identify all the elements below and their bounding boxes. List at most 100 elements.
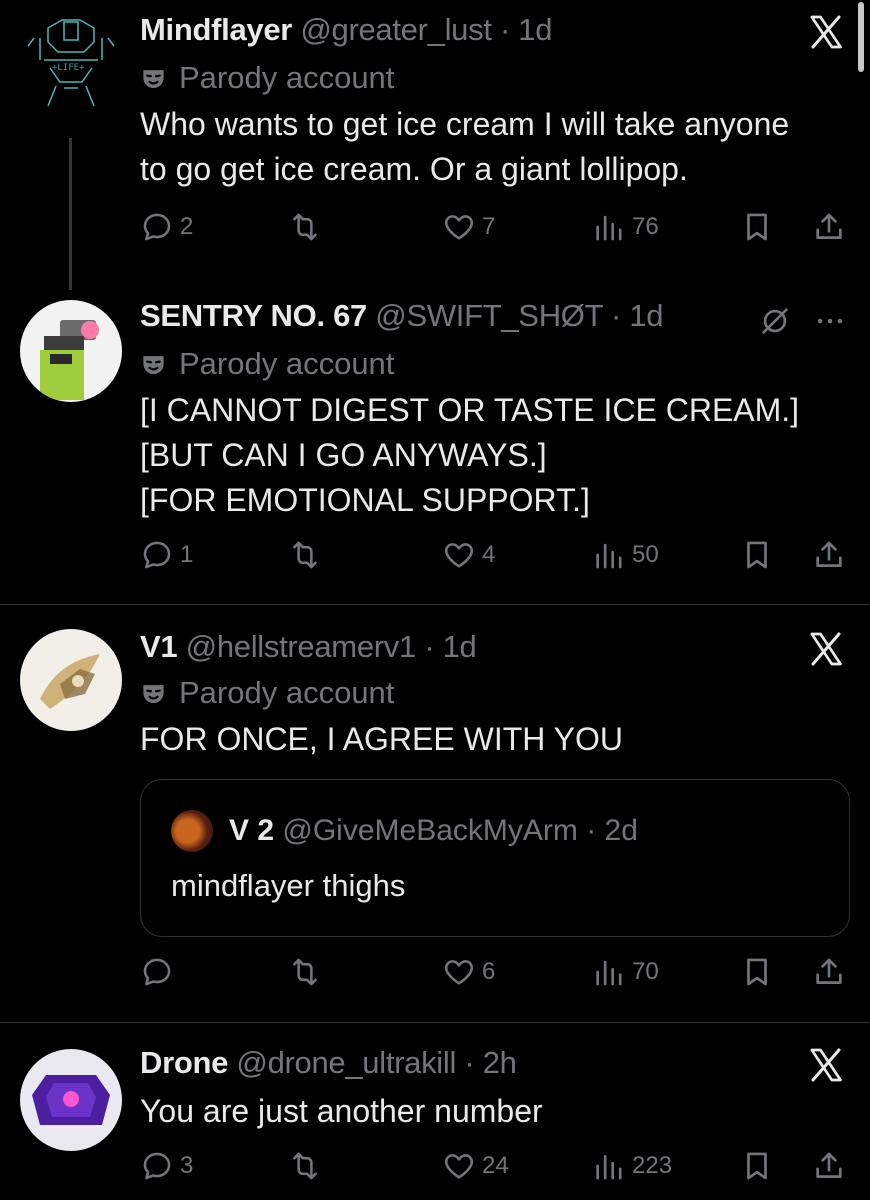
x-logo-icon [806,1045,846,1085]
quote-timestamp: · 2d [586,814,638,847]
timestamp[interactable]: · 1d [611,298,664,333]
share-icon [812,1149,846,1183]
x-logo-icon [806,12,846,52]
svg-text:+LIFE+: +LIFE+ [52,63,85,73]
user-handle[interactable]: @hellstreamerv1 [186,629,417,664]
display-name[interactable]: Drone [140,1045,228,1080]
views-button[interactable]: 70 [592,955,659,989]
bookmark-icon [740,538,774,572]
bookmark-button[interactable] [740,955,774,989]
user-handle[interactable]: @greater_lust [300,12,492,47]
views-icon [592,538,626,572]
retweet-icon [288,538,322,572]
like-count: 7 [482,213,496,240]
action-bar: 3 24 223 [140,1149,850,1189]
share-button[interactable] [812,1149,846,1183]
tweet-sentry[interactable]: SENTRY NO. 67 @SWIFT_SHØT · 1d Parody ac… [0,290,870,604]
retweet-button[interactable] [288,538,328,572]
views-button[interactable]: 223 [592,1149,672,1183]
user-handle[interactable]: @SWIFT_SHØT [375,298,603,333]
more-icon[interactable] [812,304,848,338]
views-count: 70 [632,958,659,985]
views-button[interactable]: 76 [592,210,659,244]
share-button[interactable] [812,210,846,244]
parody-mask-icon [140,65,167,92]
action-bar: 1 4 50 [140,538,850,578]
like-button[interactable]: 7 [442,210,495,244]
tweet-text-line: to go get ice cream. Or a giant lollipop… [140,151,688,187]
action-bar: 2 7 76 [140,210,850,250]
avatar-sentry[interactable] [20,300,122,402]
quote-header: V 2 @GiveMeBackMyArm · 2d [229,814,638,848]
like-icon [442,538,476,572]
tweet-header: V1 @hellstreamerv1 · 1d [140,629,477,665]
parody-label: Parody account [140,346,394,382]
like-button[interactable]: 4 [442,538,495,572]
avatar-drone[interactable] [20,1049,122,1151]
bookmark-button[interactable] [740,538,774,572]
tweet-text-line: [BUT CAN I GO ANYWAYS.] [140,437,547,473]
action-bar: 6 70 [140,955,850,995]
quote-display-name: V 2 [229,814,275,847]
retweet-icon [288,1149,322,1183]
quote-handle: @GiveMeBackMyArm [282,814,578,847]
display-name[interactable]: V1 [140,629,178,664]
reply-button[interactable]: 2 [140,210,193,244]
timestamp[interactable]: · 1d [424,629,477,664]
views-icon [592,210,626,244]
tweet-text: FOR ONCE, I AGREE WITH YOU [140,717,850,762]
like-button[interactable]: 24 [442,1149,509,1183]
like-icon [442,210,476,244]
views-button[interactable]: 50 [592,538,659,572]
bookmark-button[interactable] [740,1149,774,1183]
avatar-v1[interactable] [20,629,122,731]
parody-label-text: Parody account [179,675,395,710]
tweet-v1[interactable]: V1 @hellstreamerv1 · 1d Parody account F… [0,605,870,1021]
like-button[interactable]: 6 [442,955,495,989]
share-icon [812,538,846,572]
tweet-header: SENTRY NO. 67 @SWIFT_SHØT · 1d [140,298,664,334]
views-count: 50 [632,541,659,568]
tweet-text-line: [I CANNOT DIGEST OR TASTE ICE CREAM.] [140,392,800,428]
retweet-button[interactable] [288,955,328,989]
tweet-text: You are just another number [140,1089,850,1134]
display-name[interactable]: SENTRY NO. 67 [140,298,367,333]
tweet-header: Mindflayer @greater_lust · 1d [140,12,552,48]
timestamp[interactable]: · 1d [500,12,553,47]
like-icon [442,1149,476,1183]
timestamp[interactable]: · 2h [464,1045,517,1080]
like-count: 6 [482,958,496,985]
quoted-tweet[interactable]: V 2 @GiveMeBackMyArm · 2d mindflayer thi… [140,779,850,937]
share-button[interactable] [812,538,846,572]
reply-button[interactable]: 3 [140,1149,193,1183]
tweet-text: Who wants to get ice cream I will take a… [140,102,850,192]
reply-button[interactable] [140,955,180,989]
share-icon [812,955,846,989]
avatar-mindflayer[interactable]: +LIFE+ [20,8,122,110]
retweet-button[interactable] [288,1149,328,1183]
bookmark-icon [740,955,774,989]
user-handle[interactable]: @drone_ultrakill [236,1045,456,1080]
tweet-header: Drone @drone_ultrakill · 2h [140,1045,517,1081]
views-icon [592,1149,626,1183]
no-notify-icon[interactable] [758,304,792,338]
reply-button[interactable]: 1 [140,538,193,572]
like-count: 4 [482,541,496,568]
tweet-mindflayer[interactable]: +LIFE+ Mindflayer @greater_lust · 1d Par… [0,0,870,290]
quote-avatar [171,810,213,852]
parody-label-text: Parody account [179,346,395,381]
tweet-drone[interactable]: Drone @drone_ultrakill · 2h You are just… [0,1023,870,1200]
share-button[interactable] [812,955,846,989]
tweet-text: [I CANNOT DIGEST OR TASTE ICE CREAM.] [B… [140,388,850,523]
thread-connector-line [69,138,72,290]
reply-count: 2 [180,213,194,240]
retweet-button[interactable] [288,210,328,244]
parody-mask-icon [140,351,167,378]
share-icon [812,210,846,244]
views-icon [592,955,626,989]
bookmark-button[interactable] [740,210,774,244]
reply-icon [140,1149,174,1183]
display-name[interactable]: Mindflayer [140,12,292,47]
bookmark-icon [740,210,774,244]
parody-label: Parody account [140,675,394,711]
